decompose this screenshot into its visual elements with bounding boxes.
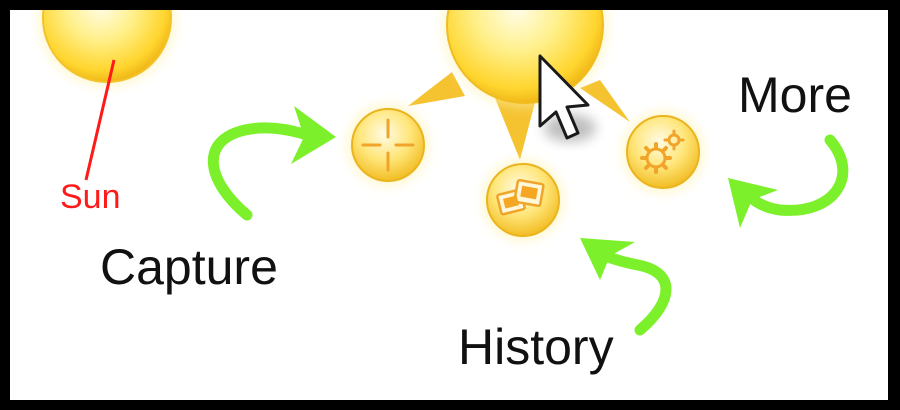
sun-label: Sun (60, 178, 121, 216)
sun-main-icon (408, 10, 630, 160)
sun-icon (39, 10, 175, 86)
capture-button[interactable] (348, 105, 428, 185)
history-arrow (580, 238, 672, 336)
history-button[interactable] (483, 160, 563, 240)
diagram-frame: Sun Capture History More (10, 10, 888, 400)
more-button[interactable] (623, 112, 703, 192)
capture-arrow (207, 106, 336, 221)
history-label: History (458, 319, 614, 375)
capture-label: Capture (100, 239, 278, 295)
more-arrow (728, 134, 849, 228)
more-label: More (738, 67, 852, 123)
